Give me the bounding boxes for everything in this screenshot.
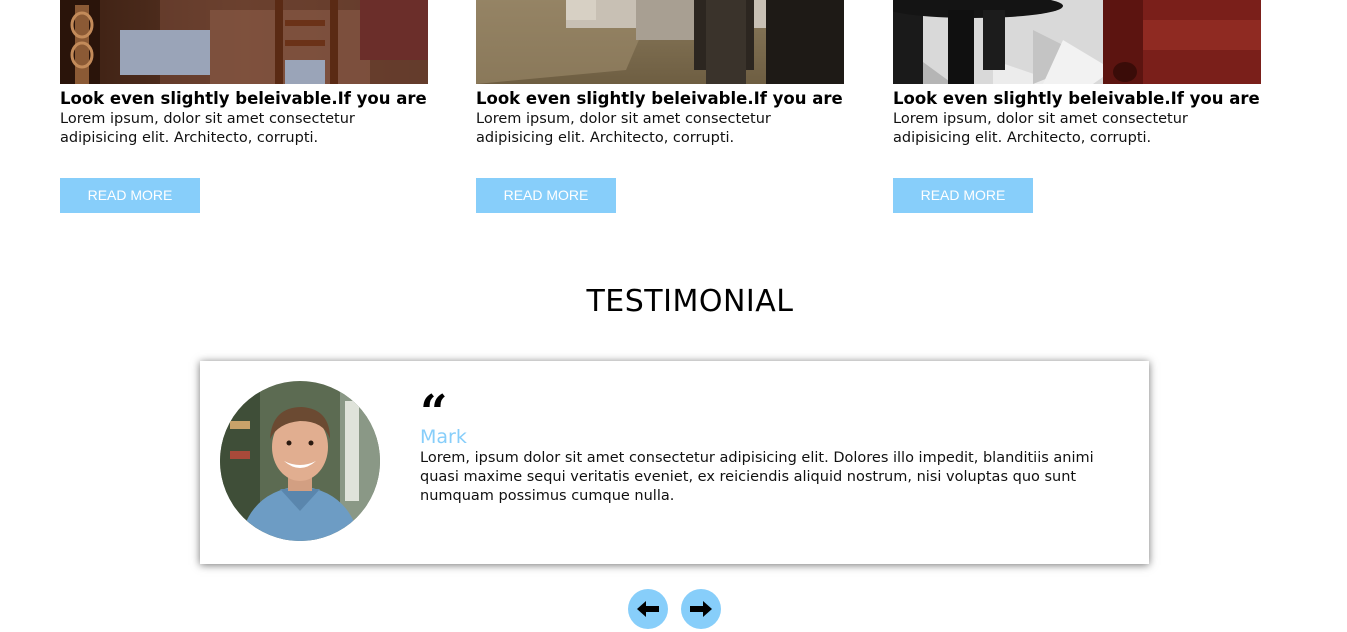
arrow-right-icon [690,601,712,617]
testimonial-card: “ Mark Lorem, ipsum dolor sit amet conse… [200,361,1149,564]
read-more-button[interactable]: READ MORE [893,178,1033,213]
card-text: Lorem ipsum, dolor sit amet consectetur … [476,111,771,146]
next-button[interactable] [681,589,721,629]
card-image-bedroom[interactable] [476,0,844,84]
arrow-left-icon [637,601,659,617]
card-text: Lorem ipsum, dolor sit amet consectetur … [893,111,1188,146]
avatar [220,381,380,541]
card-image-dining-room[interactable] [60,0,428,84]
testimonial-text: Lorem, ipsum dolor sit amet consectetur … [420,450,1094,504]
testimonial-heading: TESTIMONIAL [586,284,794,319]
blog-cards: Look even slightly beleivable.If you are… [0,0,1347,230]
prev-button[interactable] [628,589,668,629]
card-text: Lorem ipsum, dolor sit amet consectetur … [60,111,355,146]
card-image-living-room[interactable] [893,0,1261,84]
read-more-button[interactable]: READ MORE [60,178,200,213]
page: Look even slightly beleivable.If you are… [0,0,1347,632]
read-more-button[interactable]: READ MORE [476,178,616,213]
card-title: Look even slightly beleivable.If you are [60,89,427,108]
testimonial-author-name: Mark [420,426,467,448]
card-title: Look even slightly beleivable.If you are [893,89,1260,108]
card-title: Look even slightly beleivable.If you are [476,89,843,108]
